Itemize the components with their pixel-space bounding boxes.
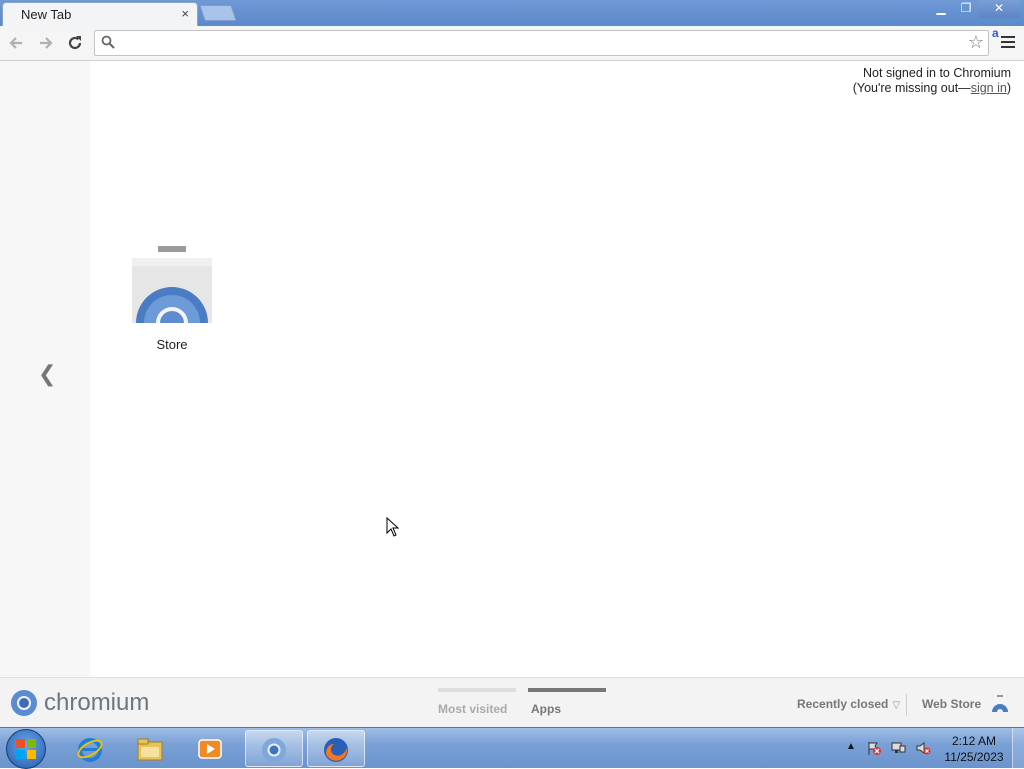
signin-prefix: (You're missing out— — [852, 81, 971, 95]
internet-explorer-icon — [77, 738, 103, 762]
back-arrow-icon — [9, 37, 22, 49]
clock-date: 11/25/2023 — [944, 750, 1004, 764]
clock-time: 2:12 AM — [951, 734, 997, 748]
tab-close-icon[interactable]: × — [181, 6, 189, 21]
footer-divider — [906, 694, 907, 716]
back-button[interactable] — [6, 32, 28, 54]
reload-icon — [68, 36, 82, 50]
pager-indicator — [438, 688, 516, 692]
show-hidden-icons-icon[interactable]: ▲ — [846, 741, 856, 752]
volume-muted-icon[interactable] — [915, 740, 931, 756]
pager-indicator — [528, 688, 606, 692]
chrome-web-store-icon — [126, 246, 218, 331]
new-tab-button[interactable] — [199, 5, 237, 21]
close-window-button[interactable]: ✕ — [978, 0, 1020, 18]
previous-page-chevron-icon[interactable]: ❮ — [38, 361, 56, 387]
recently-closed-menu[interactable]: Recently closed ▽ — [797, 697, 900, 711]
title-bar: New Tab × ▁ ❐ ✕ — [0, 0, 1024, 26]
tab-new-tab[interactable]: New Tab × — [2, 2, 198, 26]
restore-button[interactable]: ❐ — [953, 0, 979, 18]
taskbar-windows-explorer[interactable] — [122, 730, 180, 767]
chevron-down-icon: ▽ — [892, 700, 901, 711]
signin-suffix: ) — [1006, 81, 1011, 95]
browser-toolbar: ☆ a — [0, 26, 1024, 61]
page-switcher-most-visited[interactable]: Most visited — [438, 688, 516, 716]
start-button[interactable] — [6, 729, 46, 769]
show-desktop-button[interactable] — [1012, 728, 1024, 769]
sign-in-link[interactable]: sign in — [971, 81, 1007, 95]
chrome-menu-button[interactable] — [1001, 36, 1015, 50]
signin-status: Not signed in to Chromium — [863, 66, 1011, 80]
app-label: Store — [156, 337, 188, 352]
chromium-icon — [262, 738, 286, 762]
address-input[interactable] — [121, 33, 961, 53]
close-icon: ✕ — [993, 1, 1005, 15]
bookmark-star-icon[interactable]: ☆ — [968, 32, 984, 53]
signin-subline: (You're missing out—sign in) — [853, 81, 1011, 96]
pager-label: Most visited — [438, 702, 508, 716]
ntp-footer: chromium Most visited Apps Recently clos… — [0, 677, 1024, 727]
extension-badge[interactable]: a — [992, 26, 999, 40]
firefox-icon — [324, 738, 348, 762]
chromium-logo-icon — [11, 690, 37, 716]
taskbar-internet-explorer[interactable] — [62, 730, 120, 767]
search-icon — [101, 35, 115, 49]
tab-title: New Tab — [21, 7, 72, 22]
restore-icon: ❐ — [960, 1, 972, 15]
minimize-button[interactable]: ▁ — [928, 0, 954, 18]
taskbar-firefox[interactable] — [307, 730, 365, 767]
forward-arrow-icon — [40, 37, 53, 49]
left-gutter: ❮ — [0, 61, 90, 677]
windows-taskbar: ▲ 2:12 AM 11/25/2023 — [0, 727, 1024, 769]
system-clock[interactable]: 2:12 AM 11/25/2023 — [938, 733, 1010, 765]
omnibox[interactable]: ☆ — [94, 30, 989, 56]
network-icon[interactable] — [890, 740, 906, 756]
taskbar-chromium[interactable] — [245, 730, 303, 767]
page-switcher-apps[interactable]: Apps — [528, 688, 606, 716]
app-tile-store[interactable]: Store — [126, 241, 218, 356]
media-player-icon — [198, 739, 222, 759]
windows-logo-icon — [16, 739, 36, 759]
mouse-cursor-icon — [386, 517, 400, 537]
recently-closed-label: Recently closed — [797, 697, 889, 711]
new-tab-page: ❮ Not signed in to Chromium (You're miss… — [0, 61, 1024, 677]
pager-label: Apps — [531, 702, 561, 716]
windows-explorer-icon — [137, 738, 163, 761]
trash-icon[interactable] — [991, 694, 1009, 714]
minimize-icon: ▁ — [936, 1, 946, 15]
signin-promo: Not signed in to Chromium (You're missin… — [853, 66, 1011, 96]
action-center-flag-icon[interactable] — [866, 740, 882, 756]
forward-button[interactable] — [34, 32, 56, 54]
reload-button[interactable] — [64, 32, 86, 54]
web-store-link[interactable]: Web Store — [922, 697, 981, 711]
brand-wordmark: chromium — [44, 689, 150, 716]
taskbar-media-player[interactable] — [182, 730, 240, 767]
